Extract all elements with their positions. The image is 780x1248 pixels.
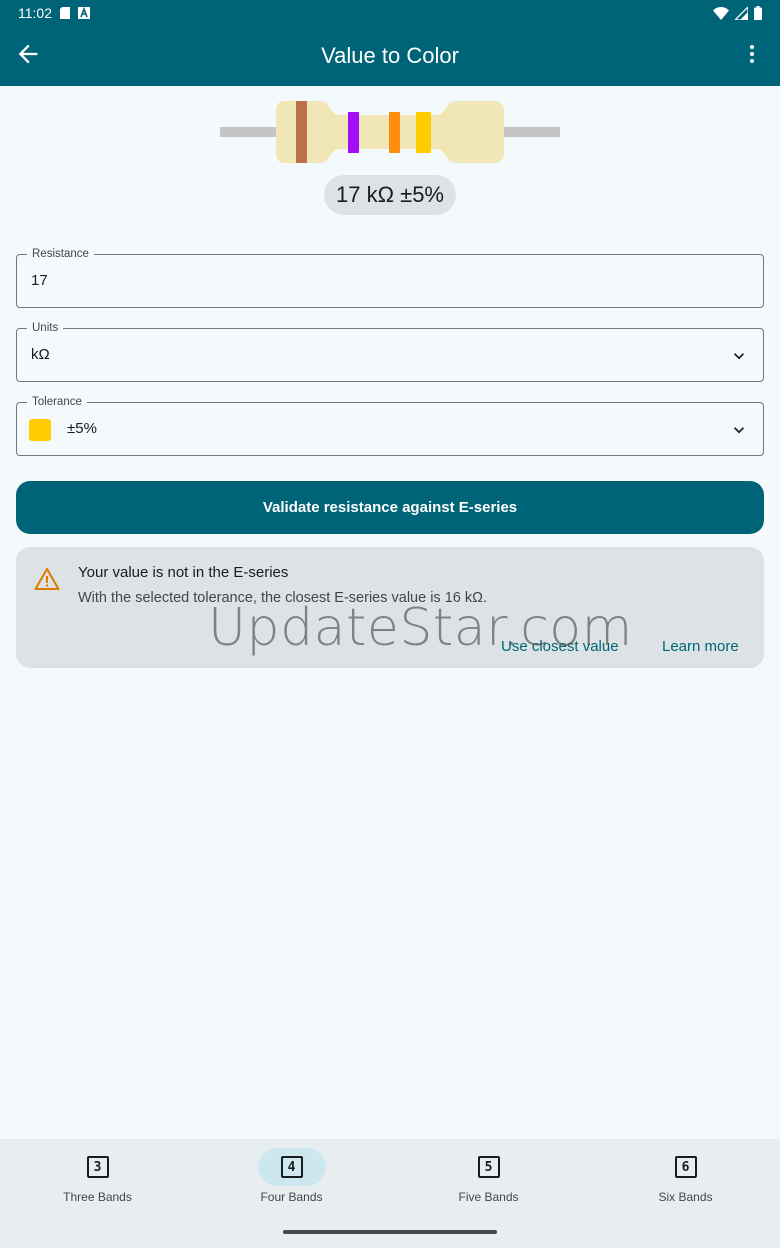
chevron-down-icon[interactable]: [729, 346, 749, 366]
tolerance-dropdown-label: Tolerance: [27, 395, 87, 409]
status-bar: 11:02: [0, 0, 780, 26]
tolerance-dropdown[interactable]: Tolerance ±5%: [16, 395, 764, 456]
page-title: Value to Color: [321, 43, 459, 68]
nav-item-three-bands[interactable]: 3 Three Bands: [0, 1139, 195, 1219]
units-dropdown-value: kΩ: [31, 346, 50, 363]
learn-more-button[interactable]: Learn more: [662, 638, 739, 655]
tolerance-color-swatch: [29, 419, 51, 441]
warning-icon: [34, 568, 60, 590]
chevron-down-icon[interactable]: [729, 420, 749, 440]
watermark: UpdateStar.com: [208, 598, 633, 658]
resistor-lead-right: [500, 127, 560, 137]
arrow-back-icon[interactable]: [14, 40, 42, 68]
status-time: 11:02: [18, 5, 52, 21]
units-dropdown-label: Units: [27, 321, 64, 335]
wifi-icon: [713, 6, 729, 20]
validate-button[interactable]: Validate resistance against E-series: [16, 481, 764, 534]
resistance-field[interactable]: Resistance 17: [16, 247, 764, 308]
sd-card-icon: [60, 7, 70, 19]
nav-item-five-bands[interactable]: 5 Five Bands: [391, 1139, 586, 1219]
nav-item-label: Three Bands: [63, 1190, 132, 1204]
tolerance-dropdown-value: ±5%: [67, 420, 97, 437]
home-indicator[interactable]: [283, 1230, 497, 1234]
nav-item-label: Four Bands: [260, 1190, 323, 1204]
units-dropdown[interactable]: Units kΩ: [16, 321, 764, 382]
resistor-illustration: [220, 101, 560, 163]
warning-title: Your value is not in the E-series: [78, 564, 289, 581]
signal-icon: [735, 6, 748, 20]
six-bands-icon: 6: [674, 1156, 697, 1178]
resistor-band-2: [348, 112, 359, 153]
resistor-band-1: [296, 101, 307, 163]
five-bands-icon: 5: [477, 1156, 500, 1178]
three-bands-icon: 3: [86, 1156, 109, 1178]
resistance-value-chip: 17 kΩ ±5%: [324, 175, 456, 215]
resistor-band-4: [416, 112, 431, 153]
resistor-band-3: [389, 112, 400, 153]
nav-item-six-bands[interactable]: 6 Six Bands: [588, 1139, 780, 1219]
app-bar: Value to Color: [0, 26, 780, 86]
more-vert-icon[interactable]: [740, 42, 764, 66]
battery-icon: [754, 6, 762, 20]
nav-item-label: Five Bands: [458, 1190, 519, 1204]
resistor-lead-left: [220, 127, 280, 137]
four-bands-icon: 4: [280, 1156, 303, 1178]
nav-item-label: Six Bands: [658, 1190, 713, 1204]
nav-item-four-bands[interactable]: 4 Four Bands: [194, 1139, 389, 1219]
notification-a-icon: [78, 7, 90, 19]
resistance-field-label: Resistance: [27, 247, 94, 261]
resistance-field-value[interactable]: 17: [31, 272, 48, 289]
